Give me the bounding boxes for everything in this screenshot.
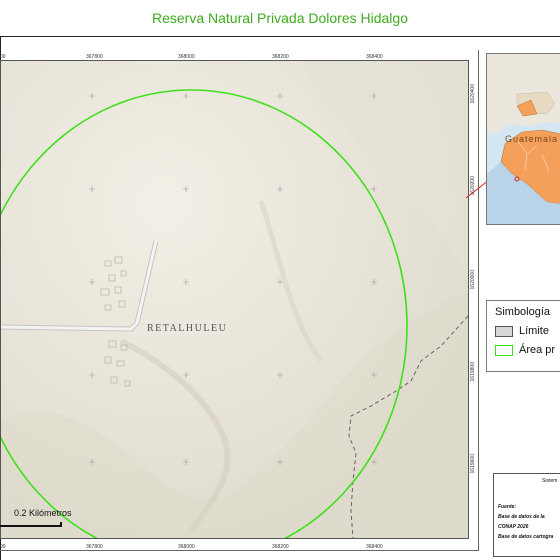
coordinate-system-label: Sistem [542, 478, 558, 484]
tick-bottom-1: 367800 [86, 544, 103, 550]
inset-map[interactable]: Guatemala [486, 53, 560, 225]
tick-bottom-3: 368200 [272, 544, 289, 550]
inset-country-label: Guatemala [505, 134, 559, 144]
legend-label-limite: Límite [519, 325, 549, 337]
legend-swatch-limite [495, 325, 513, 337]
tick-right-3: 1620000 [470, 270, 476, 290]
tick-bottom-partial: 00 [0, 544, 6, 550]
legend-swatch-area [495, 344, 513, 356]
legend-item-limite: Límite [495, 325, 549, 337]
place-label-retalhuleu: RETALHULEU [147, 323, 228, 334]
legend-label-area: Área pr [519, 344, 556, 356]
tick-right-4: 1619800 [470, 362, 476, 382]
tick-right-5: 1619600 [470, 454, 476, 474]
source-heading: Fuente: [498, 504, 517, 510]
map-canvas [1, 61, 468, 538]
legend-item-area: Área pr [495, 344, 555, 356]
source-line-3: Base de datos cartogra [498, 534, 554, 540]
tick-bottom-2: 368000 [178, 544, 195, 550]
legend: Simbología Límite Área pr [486, 300, 560, 372]
legend-title: Simbología [495, 306, 551, 318]
source-line-2: CONAP 2026 [498, 524, 529, 530]
main-map[interactable]: RETALHULEU [0, 60, 469, 539]
title-divider [0, 36, 560, 37]
scale-bar [0, 522, 62, 527]
source-line-1: Base de datos de la [498, 514, 545, 520]
map-title: Reserva Natural Privada Dolores Hidalgo [151, 10, 408, 26]
info-box: Sistem Fuente: Base de datos de la CONAP… [493, 473, 560, 557]
scale-label: 0.2 Kilómetros [14, 508, 72, 518]
tick-bottom-4: 368400 [366, 544, 383, 550]
tick-right-1: 1620400 [470, 84, 476, 104]
